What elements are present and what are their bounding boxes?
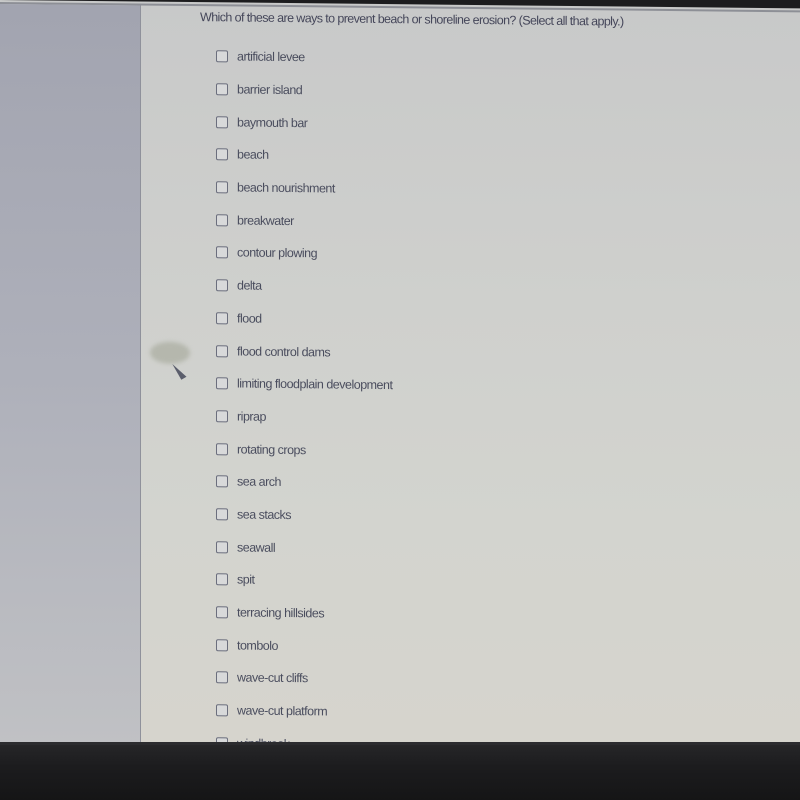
option-label: rotating crops <box>237 442 306 457</box>
option-item[interactable]: flood control dams <box>216 334 392 369</box>
option-label: spit <box>237 572 255 588</box>
option-item[interactable]: sea stacks <box>216 498 392 533</box>
checkbox[interactable] <box>216 214 228 227</box>
option-item[interactable]: contour plowing <box>216 236 392 271</box>
checkbox[interactable] <box>216 475 228 488</box>
option-label: flood control dams <box>237 344 331 359</box>
option-label: riprap <box>237 409 266 424</box>
options-list: artificial levee barrier island baymouth… <box>216 40 392 750</box>
checkbox[interactable] <box>216 540 228 554</box>
checkbox[interactable] <box>216 279 228 292</box>
option-item[interactable]: artificial levee <box>216 40 392 75</box>
option-label: beach nourishment <box>237 180 335 196</box>
question-text: Which of these are ways to prevent beach… <box>200 10 624 29</box>
option-item[interactable]: sea arch <box>216 465 392 500</box>
option-label: artificial levee <box>237 49 305 65</box>
option-label: delta <box>237 278 262 293</box>
checkbox[interactable] <box>216 312 228 325</box>
option-item[interactable]: beach <box>216 138 392 173</box>
checkbox[interactable] <box>216 344 228 357</box>
option-item[interactable]: beach nourishment <box>216 171 392 206</box>
option-item[interactable]: barrier island <box>216 73 392 108</box>
option-label: terracing hillsides <box>237 605 325 621</box>
option-item[interactable]: wave-cut cliffs <box>216 661 392 696</box>
option-item[interactable]: tombolo <box>216 629 392 664</box>
option-label: seawall <box>237 540 276 555</box>
option-label: contour plowing <box>237 245 318 261</box>
checkbox[interactable] <box>216 704 228 717</box>
checkbox[interactable] <box>216 181 228 194</box>
option-item[interactable]: wave-cut platform <box>216 694 392 729</box>
option-label: sea stacks <box>237 507 292 523</box>
option-label: wave-cut cliffs <box>237 670 308 686</box>
option-item[interactable]: terracing hillsides <box>216 596 392 631</box>
option-item[interactable]: delta <box>216 269 392 304</box>
checkbox[interactable] <box>216 606 228 619</box>
option-item[interactable]: breakwater <box>216 204 392 239</box>
option-label: baymouth bar <box>237 115 308 130</box>
option-item[interactable]: rotating crops <box>216 433 392 468</box>
option-item[interactable]: baymouth bar <box>216 106 392 141</box>
checkbox[interactable] <box>216 671 228 684</box>
checkbox[interactable] <box>216 148 228 161</box>
option-item[interactable]: limiting floodplain development <box>216 367 392 402</box>
option-item[interactable]: seawall <box>216 531 392 566</box>
option-label: wave-cut platform <box>237 703 328 719</box>
checkbox[interactable] <box>216 50 228 63</box>
option-label: barrier island <box>237 82 303 98</box>
quiz-content: Which of these are ways to prevent beach… <box>141 5 800 750</box>
checkbox[interactable] <box>216 83 228 96</box>
option-item[interactable]: riprap <box>216 400 392 435</box>
monitor-bezel <box>0 745 800 800</box>
option-label: flood <box>237 311 262 326</box>
checkbox[interactable] <box>216 246 228 259</box>
option-item[interactable]: flood <box>216 302 392 337</box>
checkbox[interactable] <box>216 442 228 455</box>
option-label: limiting floodplain development <box>237 376 393 393</box>
checkbox[interactable] <box>216 508 228 521</box>
screen: Which of these are ways to prevent beach… <box>0 0 800 751</box>
checkbox[interactable] <box>216 638 228 652</box>
option-label: sea arch <box>237 474 281 490</box>
option-label: tombolo <box>237 638 278 653</box>
checkbox[interactable] <box>216 573 228 586</box>
option-item[interactable]: spit <box>216 563 392 598</box>
checkbox[interactable] <box>216 115 228 129</box>
left-sidebar <box>0 4 141 746</box>
option-label: beach <box>237 147 269 163</box>
checkbox[interactable] <box>216 377 228 390</box>
option-label: breakwater <box>237 213 294 228</box>
checkbox[interactable] <box>216 410 228 423</box>
